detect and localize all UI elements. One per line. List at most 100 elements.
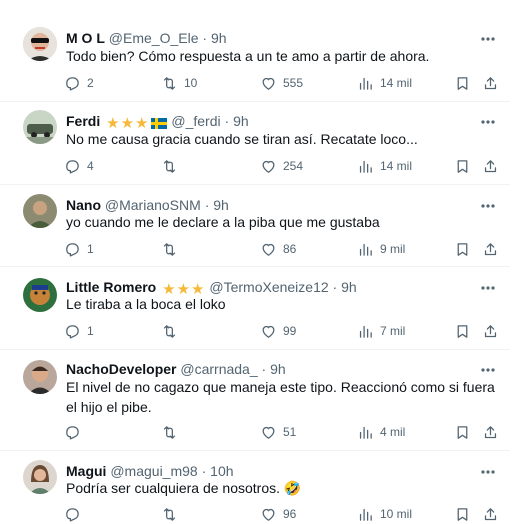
timestamp[interactable]: 9h bbox=[211, 30, 227, 46]
view-count: 9 mil bbox=[380, 242, 406, 256]
reply-button[interactable]: 1 bbox=[64, 239, 94, 259]
action-bar: 51 4 mil bbox=[64, 422, 504, 442]
reply-button[interactable] bbox=[64, 422, 87, 442]
bookmark-button[interactable] bbox=[454, 239, 471, 259]
share-button[interactable] bbox=[482, 73, 499, 93]
display-name[interactable]: Ferdi bbox=[66, 113, 100, 129]
like-button[interactable]: 86 bbox=[260, 239, 296, 259]
reply-text: El nivel de no cagazo que maneja este ti… bbox=[66, 379, 495, 415]
heart-icon bbox=[262, 508, 275, 521]
views-button[interactable]: 14 mil bbox=[357, 156, 412, 176]
share-button[interactable] bbox=[482, 504, 499, 524]
repost-icon bbox=[163, 242, 176, 256]
user-handle[interactable]: @Eme_O_Ele bbox=[109, 30, 199, 46]
view-count: 7 mil bbox=[380, 324, 406, 338]
share-button[interactable] bbox=[482, 321, 499, 341]
like-count: 51 bbox=[283, 425, 297, 439]
reply-button[interactable] bbox=[64, 504, 87, 524]
display-name[interactable]: NachoDeveloper bbox=[66, 361, 176, 377]
like-button[interactable]: 254 bbox=[260, 156, 303, 176]
views-icon bbox=[359, 243, 372, 256]
bookmark-button[interactable] bbox=[454, 73, 471, 93]
share-button[interactable] bbox=[482, 156, 499, 176]
user-handle[interactable]: @carrnada_ bbox=[180, 361, 257, 377]
user-handle[interactable]: @_ferdi bbox=[171, 113, 220, 129]
reply-text: No me causa gracia cuando se tiran así. … bbox=[66, 131, 418, 147]
avatar[interactable] bbox=[23, 194, 57, 228]
like-button[interactable]: 96 bbox=[260, 504, 296, 524]
reply-button[interactable]: 1 bbox=[64, 321, 94, 341]
like-count: 254 bbox=[283, 159, 304, 173]
reply-text: Podría ser cualquiera de nosotros. 🤣 bbox=[66, 480, 302, 496]
bookmark-button[interactable] bbox=[454, 504, 471, 524]
views-icon bbox=[359, 325, 372, 338]
timestamp[interactable]: 9h bbox=[213, 197, 229, 213]
reply-text: Le tiraba a la boca el loko bbox=[66, 296, 226, 312]
bookmark-icon bbox=[457, 159, 468, 173]
reply-icon bbox=[66, 159, 79, 174]
view-count: 14 mil bbox=[380, 159, 413, 173]
views-button[interactable]: 7 mil bbox=[357, 321, 405, 341]
views-icon bbox=[359, 426, 372, 439]
display-name[interactable]: Nano bbox=[66, 197, 101, 213]
reply-button[interactable]: 2 bbox=[64, 73, 94, 93]
like-button[interactable]: 51 bbox=[260, 422, 296, 442]
avatar[interactable] bbox=[23, 27, 57, 61]
avatar[interactable] bbox=[23, 360, 57, 394]
reply-button[interactable]: 4 bbox=[64, 156, 94, 176]
avatar[interactable] bbox=[23, 110, 57, 144]
reply-item[interactable]: Little Romero ★★★ @TermoXeneize12 · 9h L… bbox=[0, 267, 510, 350]
repost-icon bbox=[163, 324, 176, 338]
display-name[interactable]: Little Romero bbox=[66, 279, 156, 295]
share-icon bbox=[484, 507, 497, 520]
display-name[interactable]: M O L bbox=[66, 30, 105, 46]
bookmark-button[interactable] bbox=[454, 321, 471, 341]
reply-item[interactable]: Nano @MarianoSNM · 9h yo cuando me le de… bbox=[0, 185, 510, 267]
separator: · bbox=[332, 279, 338, 295]
views-button[interactable]: 14 mil bbox=[357, 73, 412, 93]
heart-icon bbox=[262, 243, 275, 256]
bookmark-icon bbox=[457, 242, 468, 256]
timestamp[interactable]: 9h bbox=[341, 279, 357, 295]
reply-count: 2 bbox=[87, 76, 94, 90]
repost-button[interactable] bbox=[161, 321, 184, 341]
reply-item[interactable]: Ferdi ★★★ @_ferdi · 9h No me causa graci… bbox=[0, 102, 510, 185]
reply-count: 1 bbox=[87, 242, 94, 256]
timestamp[interactable]: 9h bbox=[270, 361, 286, 377]
repost-count: 10 bbox=[184, 76, 198, 90]
bookmark-button[interactable] bbox=[454, 156, 471, 176]
avatar[interactable] bbox=[23, 460, 57, 494]
display-name[interactable]: Magui bbox=[66, 463, 106, 479]
bookmark-button[interactable] bbox=[454, 422, 471, 442]
share-icon bbox=[484, 76, 497, 89]
separator: · bbox=[204, 197, 210, 213]
timestamp[interactable]: 10h bbox=[210, 463, 233, 479]
replies-feed: M O L @Eme_O_Ele · 9h Todo bien? Cómo re… bbox=[0, 0, 522, 522]
repost-button[interactable] bbox=[161, 156, 184, 176]
like-count: 86 bbox=[283, 242, 297, 256]
repost-button[interactable]: 10 bbox=[161, 73, 197, 93]
reply-item[interactable]: NachoDeveloper @carrnada_ · 9h El nivel … bbox=[0, 350, 510, 451]
avatar[interactable] bbox=[23, 278, 57, 312]
user-handle[interactable]: @TermoXeneize12 bbox=[209, 279, 328, 295]
timestamp[interactable]: 9h bbox=[233, 113, 249, 129]
views-button[interactable]: 9 mil bbox=[357, 239, 405, 259]
views-button[interactable]: 4 mil bbox=[357, 422, 405, 442]
repost-button[interactable] bbox=[161, 504, 184, 524]
share-icon bbox=[484, 242, 497, 255]
bookmark-icon bbox=[457, 76, 468, 90]
views-icon bbox=[359, 77, 372, 90]
views-button[interactable]: 10 mil bbox=[357, 504, 412, 524]
heart-icon bbox=[262, 325, 275, 338]
share-button[interactable] bbox=[482, 422, 499, 442]
share-button[interactable] bbox=[482, 239, 499, 259]
user-handle[interactable]: @magui_m98 bbox=[110, 463, 197, 479]
user-handle[interactable]: @MarianoSNM bbox=[105, 197, 201, 213]
like-button[interactable]: 99 bbox=[260, 321, 296, 341]
reply-item[interactable]: M O L @Eme_O_Ele · 9h Todo bien? Cómo re… bbox=[0, 18, 510, 102]
like-button[interactable]: 555 bbox=[260, 73, 303, 93]
action-bar: 2 10 555 14 mil bbox=[64, 73, 504, 93]
reply-item[interactable]: Magui @magui_m98 · 10h Podría ser cualqu… bbox=[0, 451, 510, 522]
repost-button[interactable] bbox=[161, 422, 184, 442]
repost-button[interactable] bbox=[161, 239, 184, 259]
